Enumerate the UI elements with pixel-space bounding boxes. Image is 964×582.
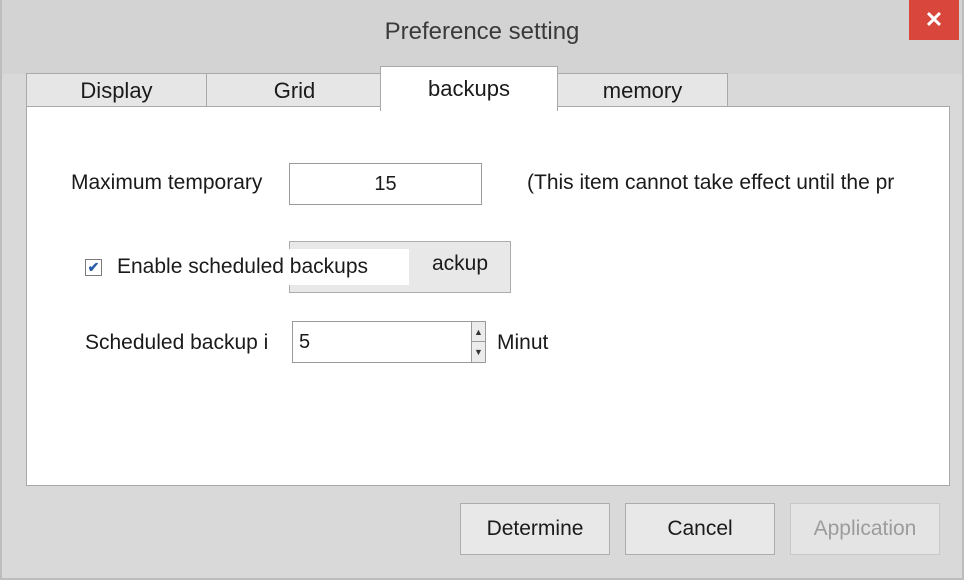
interval-value: 5 bbox=[299, 331, 311, 353]
backups-panel: Maximum temporary 15 (This item cannot t… bbox=[26, 106, 950, 486]
max-temp-input[interactable]: 15 bbox=[289, 163, 482, 205]
spin-down-icon[interactable]: ▼ bbox=[472, 342, 485, 362]
tab-strip: Display Grid backups memory bbox=[2, 0, 962, 111]
application-button[interactable]: Application bbox=[790, 503, 940, 555]
tab-label: Display bbox=[80, 77, 153, 103]
enable-scheduled-label: Enable scheduled backups bbox=[117, 255, 369, 278]
restart-note: (This item cannot take effect until the … bbox=[527, 171, 895, 194]
stepper-buttons: ▲ ▼ bbox=[471, 322, 485, 362]
tab-label: backups bbox=[428, 76, 510, 101]
spin-up-icon[interactable]: ▲ bbox=[472, 322, 485, 342]
application-label: Application bbox=[813, 517, 917, 540]
determine-label: Determine bbox=[486, 517, 584, 540]
cancel-button[interactable]: Cancel bbox=[625, 503, 775, 555]
tab-display[interactable]: Display bbox=[26, 73, 207, 107]
tab-label: Grid bbox=[273, 77, 316, 103]
determine-button[interactable]: Determine bbox=[460, 503, 610, 555]
tab-grid[interactable]: Grid bbox=[206, 73, 383, 107]
enable-scheduled-checkbox[interactable]: ✔ bbox=[85, 259, 102, 276]
interval-label: Scheduled backup i bbox=[85, 331, 269, 354]
checkmark-icon: ✔ bbox=[87, 259, 100, 275]
enable-scheduled-row[interactable]: ✔ Enable scheduled backups bbox=[79, 249, 409, 285]
tab-memory[interactable]: memory bbox=[557, 73, 728, 107]
cancel-label: Cancel bbox=[667, 517, 733, 540]
tab-backups[interactable]: backups bbox=[380, 66, 558, 111]
interval-unit: Minut bbox=[497, 331, 549, 354]
tab-label: memory bbox=[602, 77, 683, 103]
max-temp-label: Maximum temporary bbox=[71, 171, 263, 194]
max-temp-value: 15 bbox=[374, 172, 397, 195]
interval-stepper[interactable]: 5 ▲ ▼ bbox=[292, 321, 486, 363]
preference-dialog: Preference setting ✕ Display Grid backup… bbox=[0, 0, 964, 580]
backup-button-label: ackup bbox=[432, 252, 489, 275]
